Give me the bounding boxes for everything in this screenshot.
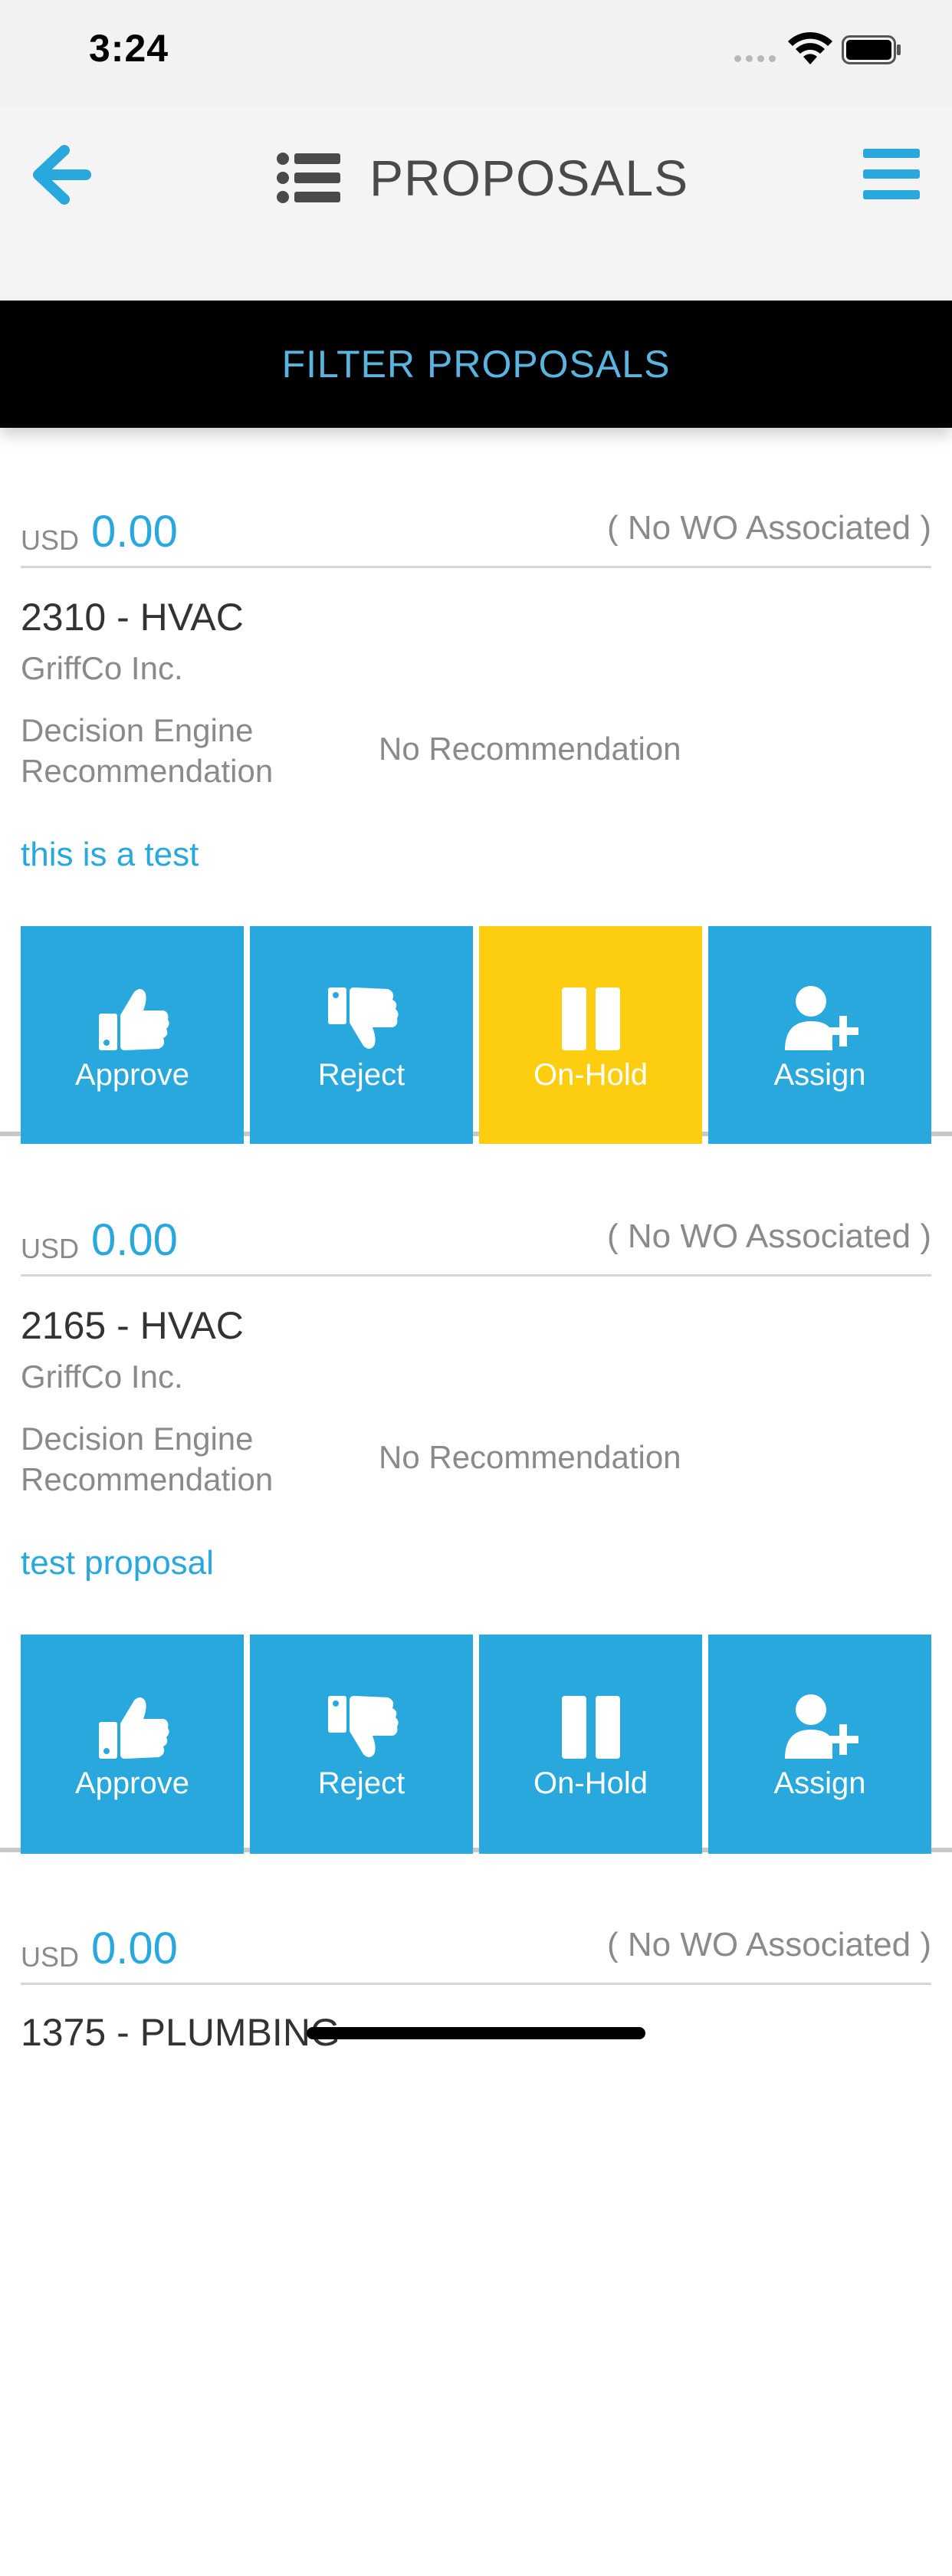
reject-button[interactable]: Reject	[250, 1635, 473, 1854]
proposal-actions: Approve Reject On-Hold Assign	[21, 1635, 931, 1854]
assign-button[interactable]: Assign	[708, 1635, 931, 1854]
pause-icon	[561, 1696, 620, 1759]
recommendation-value: No Recommendation	[379, 731, 681, 767]
currency-code: USD	[21, 1941, 80, 1973]
proposal-header: USD 0.00 ( No WO Associated )	[21, 1213, 931, 1276]
proposal-vendor: GriffCo Inc.	[21, 650, 183, 686]
wifi-icon	[788, 31, 832, 64]
proposal-description[interactable]: this is a test	[21, 836, 199, 874]
status-time: 3:24	[89, 27, 169, 70]
proposal-actions: Approve Reject On-Hold Assign	[21, 926, 931, 1145]
assign-button[interactable]: Assign	[708, 926, 931, 1145]
proposal-amount: 0.00	[91, 1924, 178, 1973]
arrow-left-icon[interactable]	[31, 144, 92, 205]
currency-code: USD	[21, 524, 80, 556]
proposal-header: USD 0.00 ( No WO Associated )	[21, 1921, 931, 1985]
approve-button[interactable]: Approve	[21, 1635, 244, 1854]
page-title-group: PROPOSALS	[276, 140, 688, 216]
proposal-card[interactable]: USD 0.00 ( No WO Associated ) 1375 - PLU…	[0, 1860, 952, 2568]
wo-status: ( No WO Associated )	[606, 1926, 931, 1963]
proposal-amount: 0.00	[91, 507, 178, 557]
hamburger-menu-icon[interactable]	[860, 146, 923, 202]
reject-label: Reject	[317, 1058, 405, 1092]
status-bar: 3:24	[0, 0, 952, 107]
on-hold-button[interactable]: On-Hold	[479, 926, 702, 1145]
thumbs-down-icon	[327, 987, 399, 1049]
page-title: PROPOSALS	[369, 150, 689, 206]
user-plus-icon	[784, 1694, 858, 1759]
assign-label: Assign	[773, 1058, 866, 1092]
cellular-signal-icon	[734, 55, 776, 62]
home-indicator	[307, 2027, 645, 2039]
recommendation-value: No Recommendation	[379, 1439, 681, 1475]
assign-label: Assign	[773, 1766, 866, 1800]
approve-label: Approve	[75, 1766, 189, 1800]
recommendation-label: Decision Engine Recommendation	[21, 712, 274, 789]
proposal-vendor: GriffCo Inc.	[21, 1359, 183, 1395]
proposal-title: 1375 - PLUMBING	[21, 2011, 340, 2054]
approve-label: Approve	[75, 1058, 189, 1092]
on-hold-button[interactable]: On-Hold	[479, 1635, 702, 1854]
proposal-amount: 0.00	[91, 1215, 178, 1265]
proposal-card[interactable]: USD 0.00 ( No WO Associated ) 2310 - HVA…	[0, 428, 952, 1145]
battery-icon	[842, 35, 901, 64]
filter-proposals-button[interactable]: FILTER PROPOSALS	[0, 301, 952, 428]
thumbs-down-icon	[327, 1696, 399, 1757]
reject-label: Reject	[317, 1766, 405, 1800]
wo-status: ( No WO Associated )	[606, 1217, 931, 1255]
proposal-card[interactable]: USD 0.00 ( No WO Associated ) 2165 - HVA…	[0, 1144, 952, 1854]
proposal-title: 2165 - HVAC	[21, 1304, 244, 1347]
nav-bar: PROPOSALS	[0, 107, 952, 301]
proposal-title: 2310 - HVAC	[21, 596, 244, 639]
thumbs-up-icon	[98, 989, 169, 1050]
on-hold-label: On-Hold	[533, 1058, 648, 1092]
list-icon	[277, 153, 340, 203]
approve-button[interactable]: Approve	[21, 926, 244, 1145]
filter-proposals-label: FILTER PROPOSALS	[281, 343, 671, 386]
recommendation-label: Decision Engine Recommendation	[21, 1421, 274, 1497]
proposal-header: USD 0.00 ( No WO Associated )	[21, 504, 931, 568]
thumbs-up-icon	[98, 1697, 169, 1759]
user-plus-icon	[784, 986, 858, 1050]
currency-code: USD	[21, 1233, 80, 1264]
on-hold-label: On-Hold	[533, 1766, 648, 1800]
wo-status: ( No WO Associated )	[606, 509, 931, 547]
proposal-description[interactable]: test proposal	[21, 1544, 214, 1582]
reject-button[interactable]: Reject	[250, 926, 473, 1145]
proposal-list: USD 0.00 ( No WO Associated ) 2310 - HVA…	[0, 428, 952, 2576]
pause-icon	[561, 987, 620, 1050]
